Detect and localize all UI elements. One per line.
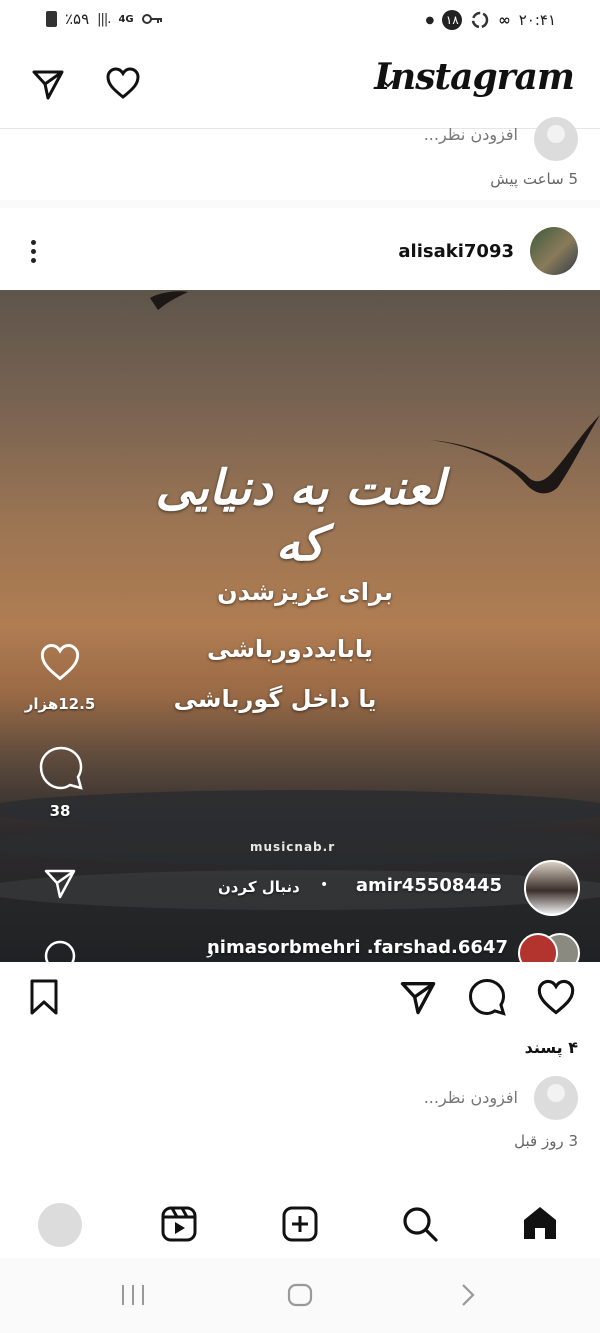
reel-like-icon[interactable]	[38, 642, 82, 682]
infinity-icon: ∞	[498, 11, 511, 29]
like-icon[interactable]	[536, 977, 576, 1017]
image-title: لعنت به دنیایی که	[155, 460, 445, 572]
key-icon	[141, 14, 162, 24]
sync-icon	[471, 11, 489, 29]
battery-icon	[46, 11, 57, 27]
comment-icon[interactable]	[467, 977, 507, 1017]
post-author-avatar[interactable]	[530, 227, 578, 275]
add-comment-input[interactable]: افزودن نظر...	[424, 125, 518, 144]
liked-by-and: و	[207, 942, 214, 958]
reel-audio-icon[interactable]	[42, 938, 78, 962]
status-right: ● ۱۸ ∞ ۲۰:۴۱	[425, 10, 556, 30]
app-header: Instagram	[0, 44, 600, 129]
home-icon[interactable]	[521, 1204, 559, 1242]
recent-apps-icon[interactable]	[120, 1283, 146, 1307]
direct-message-icon[interactable]	[30, 66, 66, 102]
search-icon[interactable]	[401, 1205, 439, 1243]
post-image[interactable]: لعنت به دنیایی که برای عزیزشدن یابایددور…	[0, 290, 600, 962]
save-icon[interactable]	[24, 977, 64, 1017]
post-timestamp: 3 روز قبل	[514, 1132, 578, 1150]
image-line-4: یا داخل گورباشی	[173, 685, 377, 713]
follow-button[interactable]: دنبال کردن	[218, 878, 300, 896]
divider	[0, 200, 600, 208]
add-comment-input[interactable]: افزودن نظر...	[424, 1088, 518, 1107]
wave	[0, 870, 600, 910]
bird-silhouette-top	[150, 291, 188, 310]
clock: ۲۰:۴۱	[518, 11, 556, 29]
reel-user-avatar[interactable]	[524, 860, 580, 916]
image-line-2: برای عزیزشدن	[217, 578, 393, 606]
heart-icon[interactable]	[105, 66, 141, 102]
reel-like-count: 12.5هزار	[24, 695, 96, 713]
signal-icon: |||.	[97, 11, 111, 27]
status-bar: ٪۵۹ |||. 4G ● ۱۸ ∞ ۲۰:۴۱	[0, 0, 600, 44]
share-icon[interactable]	[398, 977, 438, 1017]
more-options-icon[interactable]	[31, 236, 37, 267]
image-line-3: یابایددورباشی	[207, 635, 373, 663]
status-left: ٪۵۹ |||. 4G	[46, 10, 164, 28]
new-post-icon[interactable]	[281, 1205, 319, 1243]
battery-level: ٪۵۹	[65, 10, 90, 28]
bottom-nav	[0, 1190, 600, 1258]
post-username[interactable]: alisaki7093	[398, 241, 514, 262]
post-timestamp: 5 ساعت پیش	[490, 170, 578, 188]
watermark: musicnab.r	[250, 840, 336, 854]
instagram-logo[interactable]: Instagram	[374, 56, 575, 98]
reels-icon[interactable]	[160, 1205, 198, 1243]
network-type: 4G	[118, 13, 134, 25]
back-icon[interactable]	[458, 1282, 478, 1308]
liked-by-names[interactable]: nimasorbmehri .farshad.6647	[207, 937, 508, 958]
reel-comment-count: 38	[49, 802, 71, 820]
reel-share-icon[interactable]	[40, 865, 80, 901]
notification-badge: ۱۸	[442, 10, 463, 30]
dot-icon: ●	[425, 14, 435, 26]
reel-comment-icon[interactable]	[38, 745, 84, 791]
like-count[interactable]: ۴ پسند	[525, 1038, 578, 1057]
bullet: •	[320, 877, 329, 893]
avatar	[534, 117, 578, 161]
system-nav-bar	[0, 1258, 600, 1333]
reel-username[interactable]: amir45508445	[356, 875, 502, 896]
home-button-icon[interactable]	[286, 1282, 314, 1308]
avatar	[534, 1076, 578, 1120]
profile-avatar-tab[interactable]	[38, 1203, 82, 1247]
